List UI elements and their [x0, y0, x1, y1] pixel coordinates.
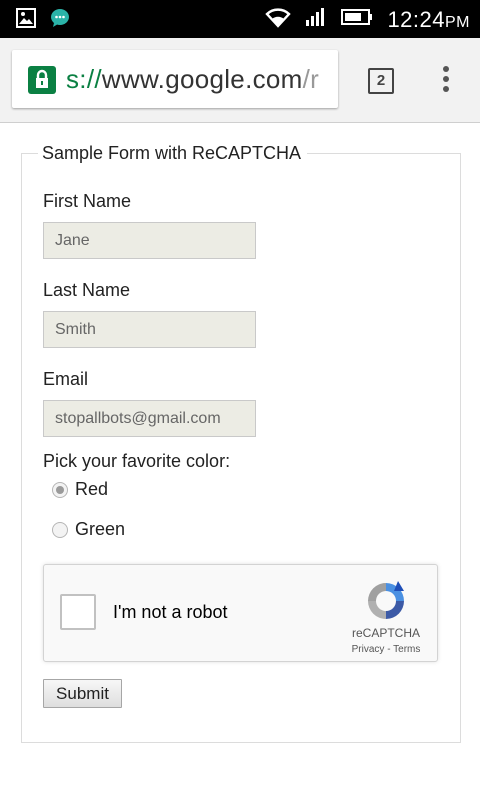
- recaptcha-widget: I'm not a robot reCAPTCHA Privacy - Term…: [43, 564, 438, 662]
- url-text[interactable]: s://www.google.com/r: [66, 64, 319, 95]
- overflow-menu-icon[interactable]: [438, 66, 454, 94]
- radio-green[interactable]: [52, 521, 68, 538]
- radio-label-green: Green: [75, 519, 126, 539]
- email-label: Email: [43, 369, 89, 389]
- clock-ampm: PM: [445, 13, 470, 31]
- recaptcha-brand: reCAPTCHA: [351, 626, 420, 640]
- url-host: www.google.com: [101, 64, 303, 94]
- system-icons: 12:24PM: [265, 6, 470, 33]
- browser-toolbar: s://www.google.com/r 2: [0, 38, 480, 123]
- clock-time: 12:24: [387, 6, 445, 32]
- radio-label-red: Red: [75, 479, 109, 499]
- url-scheme: s://: [66, 64, 102, 94]
- clock: 12:24PM: [387, 7, 470, 33]
- status-bar: 12:24PM: [0, 0, 480, 38]
- address-bar[interactable]: s://www.google.com/r: [12, 50, 338, 108]
- form-legend: Sample Form with ReCAPTCHA: [42, 143, 302, 163]
- email-field[interactable]: [43, 400, 256, 437]
- first-name-label: First Name: [43, 191, 132, 211]
- first-name-field[interactable]: [43, 222, 256, 259]
- notification-icons: [16, 8, 70, 33]
- battery-icon: [341, 8, 373, 31]
- last-name-field[interactable]: [43, 311, 256, 348]
- recaptcha-label: I'm not a robot: [113, 602, 228, 622]
- color-prompt: Pick your favorite color:: [43, 451, 231, 471]
- recaptcha-links[interactable]: Privacy - Terms: [336, 644, 436, 655]
- radio-option-green[interactable]: Green: [52, 519, 125, 540]
- recaptcha-logo-icon: [364, 579, 408, 623]
- radio-red[interactable]: [52, 481, 68, 498]
- signal-icon: [305, 6, 327, 33]
- radio-option-red[interactable]: Red: [52, 479, 108, 500]
- lock-icon[interactable]: [28, 66, 56, 94]
- chat-icon: [50, 8, 70, 33]
- tab-switcher-button[interactable]: 2: [368, 68, 394, 94]
- submit-button[interactable]: Submit: [43, 679, 122, 708]
- last-name-label: Last Name: [43, 280, 131, 300]
- gallery-icon: [16, 8, 36, 33]
- recaptcha-checkbox[interactable]: [60, 594, 96, 630]
- wifi-icon: [265, 6, 292, 33]
- url-path: /r: [302, 64, 320, 94]
